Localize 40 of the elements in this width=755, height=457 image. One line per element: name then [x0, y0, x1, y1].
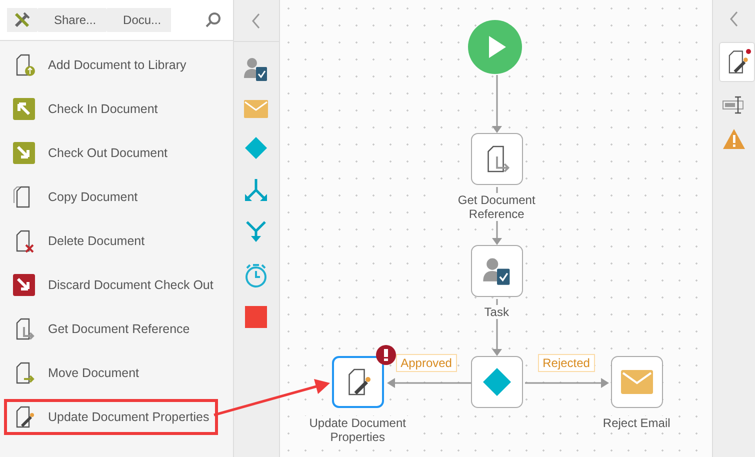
arrow-tile-icon [12, 273, 36, 297]
node-label: Task [482, 305, 511, 319]
arrow-tile-icon [12, 97, 36, 121]
workflow-node[interactable] [470, 133, 523, 185]
toolbox-item[interactable]: Delete Document [4, 223, 154, 259]
toolbox-item[interactable]: Copy Document [4, 179, 147, 215]
workflow-node[interactable] [610, 356, 663, 408]
search-icon[interactable] [204, 12, 221, 28]
stopwatch-icon[interactable] [244, 262, 268, 288]
warning-icon[interactable] [722, 128, 746, 150]
task-icon [482, 256, 512, 286]
toolbox-item[interactable]: Discard Document Check Out [4, 267, 222, 303]
split-arrows-icon[interactable] [244, 178, 268, 202]
node-label: Reject Email [600, 416, 672, 430]
task-icon[interactable] [243, 56, 270, 82]
workflow-node[interactable] [470, 245, 523, 297]
edge-label: Rejected [538, 354, 595, 372]
collapse-icon[interactable] [729, 11, 739, 27]
edge-label: Approved [396, 354, 457, 372]
tools-icon[interactable] [13, 11, 31, 29]
toolbox-item[interactable]: Get Document Reference [4, 311, 199, 347]
toolbox-item[interactable]: Check In Document [4, 91, 167, 127]
label-field-icon[interactable] [722, 96, 746, 114]
connector-arrow [492, 75, 502, 133]
play-icon [486, 35, 507, 59]
envelope-icon [620, 370, 653, 394]
collapse-icon[interactable] [251, 12, 262, 28]
toolbox-item[interactable]: Add Document to Library [4, 47, 196, 83]
stop-square-icon[interactable] [245, 306, 268, 328]
envelope-icon[interactable] [244, 100, 268, 118]
diamond-icon[interactable] [244, 136, 268, 160]
decision-node[interactable] [470, 356, 523, 408]
toolbox-item[interactable]: Check Out Document [4, 135, 176, 171]
arrow-tile-icon [12, 141, 36, 165]
properties-tab[interactable] [719, 42, 755, 82]
highlighted-toolbox-item[interactable]: Update Document Properties [4, 399, 218, 435]
toolbox-item[interactable]: Move Document [4, 355, 148, 391]
merge-arrows-icon[interactable] [244, 220, 268, 244]
diamond-icon [482, 367, 512, 397]
workflow-node[interactable] [332, 356, 384, 408]
